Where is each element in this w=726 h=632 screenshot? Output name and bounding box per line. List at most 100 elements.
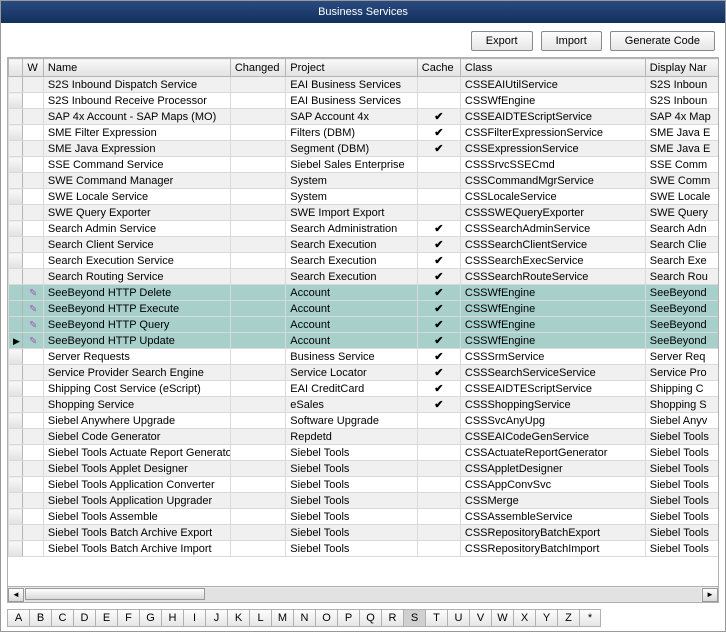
- cell-changed[interactable]: [230, 125, 285, 141]
- cell-class[interactable]: CSSActuateReportGenerator: [460, 445, 645, 461]
- cell-cache[interactable]: ✔: [417, 349, 460, 365]
- table-row[interactable]: Siebel Anywhere UpgradeSoftware UpgradeC…: [9, 413, 719, 429]
- cell-display-name[interactable]: SeeBeyond: [645, 317, 718, 333]
- row-selector[interactable]: [9, 189, 23, 205]
- cell-changed[interactable]: [230, 77, 285, 93]
- alpha-filter-s[interactable]: S: [403, 609, 425, 627]
- cell-name[interactable]: Siebel Tools Applet Designer: [43, 461, 230, 477]
- header-changed[interactable]: Changed: [230, 59, 285, 77]
- cell-display-name[interactable]: SSE Comm: [645, 157, 718, 173]
- cell-display-name[interactable]: Shipping C: [645, 381, 718, 397]
- cell-w[interactable]: [23, 509, 44, 525]
- alpha-filter-y[interactable]: Y: [535, 609, 557, 627]
- cell-project[interactable]: Siebel Tools: [286, 461, 417, 477]
- cell-project[interactable]: Siebel Tools: [286, 477, 417, 493]
- cell-display-name[interactable]: Siebel Tools: [645, 509, 718, 525]
- alpha-filter-m[interactable]: M: [271, 609, 293, 627]
- table-row[interactable]: SWE Command ManagerSystemCSSCommandMgrSe…: [9, 173, 719, 189]
- alpha-filter-b[interactable]: B: [29, 609, 51, 627]
- cell-changed[interactable]: [230, 269, 285, 285]
- cell-w[interactable]: [23, 525, 44, 541]
- cell-changed[interactable]: [230, 205, 285, 221]
- row-selector[interactable]: [9, 157, 23, 173]
- cell-class[interactable]: CSSSvcAnyUpg: [460, 413, 645, 429]
- cell-w[interactable]: [23, 541, 44, 557]
- cell-w[interactable]: [23, 253, 44, 269]
- cell-display-name[interactable]: S2S Inboun: [645, 93, 718, 109]
- cell-changed[interactable]: [230, 461, 285, 477]
- alpha-filter-x[interactable]: X: [513, 609, 535, 627]
- cell-class[interactable]: CSSAppConvSvc: [460, 477, 645, 493]
- alpha-filter-r[interactable]: R: [381, 609, 403, 627]
- cell-changed[interactable]: [230, 541, 285, 557]
- alpha-filter-e[interactable]: E: [95, 609, 117, 627]
- cell-project[interactable]: System: [286, 173, 417, 189]
- cell-project[interactable]: EAI CreditCard: [286, 381, 417, 397]
- cell-display-name[interactable]: Siebel Tools: [645, 477, 718, 493]
- cell-class[interactable]: CSSAssembleService: [460, 509, 645, 525]
- row-selector[interactable]: [9, 493, 23, 509]
- row-selector[interactable]: [9, 525, 23, 541]
- cell-cache[interactable]: [417, 173, 460, 189]
- cell-w[interactable]: [23, 477, 44, 493]
- table-row[interactable]: S2S Inbound Dispatch ServiceEAI Business…: [9, 77, 719, 93]
- cell-class[interactable]: CSSEAICodeGenService: [460, 429, 645, 445]
- cell-w[interactable]: [23, 237, 44, 253]
- import-button[interactable]: Import: [541, 31, 602, 51]
- cell-project[interactable]: Account: [286, 301, 417, 317]
- header-class[interactable]: Class: [460, 59, 645, 77]
- cell-cache[interactable]: [417, 205, 460, 221]
- cell-cache[interactable]: ✔: [417, 333, 460, 349]
- cell-display-name[interactable]: SeeBeyond: [645, 285, 718, 301]
- cell-w[interactable]: [23, 381, 44, 397]
- row-selector[interactable]: [9, 77, 23, 93]
- cell-project[interactable]: Filters (DBM): [286, 125, 417, 141]
- row-selector[interactable]: [9, 413, 23, 429]
- cell-cache[interactable]: ✔: [417, 397, 460, 413]
- cell-w[interactable]: [23, 429, 44, 445]
- cell-class[interactable]: CSSWfEngine: [460, 317, 645, 333]
- cell-display-name[interactable]: SeeBeyond: [645, 333, 718, 349]
- row-selector[interactable]: [9, 141, 23, 157]
- row-selector[interactable]: [9, 221, 23, 237]
- row-selector[interactable]: [9, 317, 23, 333]
- cell-changed[interactable]: [230, 221, 285, 237]
- cell-display-name[interactable]: SWE Locale: [645, 189, 718, 205]
- row-selector[interactable]: [9, 285, 23, 301]
- cell-display-name[interactable]: Service Pro: [645, 365, 718, 381]
- cell-w[interactable]: [23, 77, 44, 93]
- table-row[interactable]: ✎SeeBeyond HTTP QueryAccount✔CSSWfEngine…: [9, 317, 719, 333]
- row-selector[interactable]: [9, 381, 23, 397]
- cell-class[interactable]: CSSFilterExpressionService: [460, 125, 645, 141]
- row-selector[interactable]: [9, 301, 23, 317]
- table-row[interactable]: ▶✎SeeBeyond HTTP UpdateAccount✔CSSWfEngi…: [9, 333, 719, 349]
- cell-cache[interactable]: [417, 541, 460, 557]
- row-selector[interactable]: [9, 477, 23, 493]
- alpha-filter-l[interactable]: L: [249, 609, 271, 627]
- cell-changed[interactable]: [230, 317, 285, 333]
- row-selector[interactable]: [9, 93, 23, 109]
- cell-cache[interactable]: [417, 509, 460, 525]
- cell-display-name[interactable]: Siebel Tools: [645, 525, 718, 541]
- cell-project[interactable]: SAP Account 4x: [286, 109, 417, 125]
- cell-class[interactable]: CSSRepositoryBatchExport: [460, 525, 645, 541]
- row-selector[interactable]: [9, 125, 23, 141]
- table-row[interactable]: SWE Query ExporterSWE Import ExportCSSSW…: [9, 205, 719, 221]
- cell-name[interactable]: Service Provider Search Engine: [43, 365, 230, 381]
- cell-name[interactable]: SAP 4x Account - SAP Maps (MO): [43, 109, 230, 125]
- cell-project[interactable]: EAI Business Services: [286, 77, 417, 93]
- cell-project[interactable]: Siebel Tools: [286, 525, 417, 541]
- cell-cache[interactable]: ✔: [417, 285, 460, 301]
- cell-cache[interactable]: [417, 461, 460, 477]
- cell-changed[interactable]: [230, 333, 285, 349]
- cell-display-name[interactable]: Siebel Tools: [645, 493, 718, 509]
- cell-display-name[interactable]: SeeBeyond: [645, 301, 718, 317]
- cell-cache[interactable]: ✔: [417, 221, 460, 237]
- row-selector[interactable]: [9, 365, 23, 381]
- cell-changed[interactable]: [230, 189, 285, 205]
- table-row[interactable]: Siebel Tools Batch Archive ImportSiebel …: [9, 541, 719, 557]
- cell-class[interactable]: CSSWfEngine: [460, 333, 645, 349]
- cell-w[interactable]: [23, 205, 44, 221]
- header-name[interactable]: Name: [43, 59, 230, 77]
- cell-name[interactable]: Siebel Tools Actuate Report Generator: [43, 445, 230, 461]
